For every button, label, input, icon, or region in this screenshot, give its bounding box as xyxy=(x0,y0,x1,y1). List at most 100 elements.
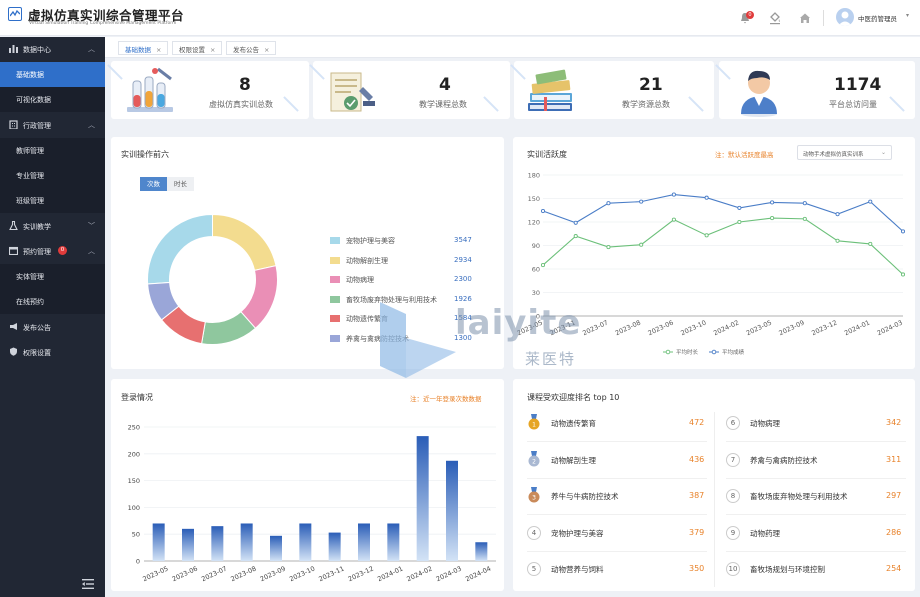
sidebar-item-online-booking[interactable]: 在线预约 xyxy=(0,289,105,314)
bar[interactable] xyxy=(328,532,341,561)
line-point[interactable] xyxy=(835,212,840,217)
tab-permissions[interactable]: 权限设置 × xyxy=(172,41,223,55)
tab-basic-data[interactable]: 基础数据 × xyxy=(118,41,169,55)
legend-label: 宠物护理与美容 xyxy=(346,237,395,245)
sidebar-item-entity[interactable]: 实体管理 xyxy=(0,264,105,289)
x-tick-label: 2023-09 xyxy=(259,565,287,584)
y-tick-label: 150 xyxy=(128,477,140,485)
line-point[interactable] xyxy=(770,216,775,221)
sidebar-group-booking[interactable]: 预约管理 0 ︿ xyxy=(0,239,105,264)
line-point[interactable] xyxy=(802,201,807,206)
close-icon[interactable]: × xyxy=(264,46,269,54)
line-point[interactable] xyxy=(835,238,840,243)
sidebar-item-classes[interactable]: 班级管理 xyxy=(0,188,105,213)
close-icon[interactable]: × xyxy=(156,46,161,54)
sidebar-item-permissions[interactable]: 权限设置 xyxy=(0,340,105,365)
seg-duration-button[interactable]: 时长 xyxy=(167,177,194,191)
rank-value: 297 xyxy=(886,491,902,501)
bar[interactable] xyxy=(240,523,253,561)
bar[interactable] xyxy=(475,542,488,561)
stat-value: 8 xyxy=(239,75,251,95)
medal-icon: 3 xyxy=(528,487,540,503)
chevron-down-icon[interactable]: ▾ xyxy=(906,12,909,19)
sidebar-item-teachers[interactable]: 教师管理 xyxy=(0,138,105,163)
line-point[interactable] xyxy=(737,219,742,225)
line-point[interactable] xyxy=(704,195,709,200)
legend-item[interactable]: 宠物护理与美容 3547 xyxy=(330,235,475,247)
books-icon xyxy=(528,69,572,111)
activity-title: 实训活跃度 xyxy=(527,150,567,159)
line-point[interactable] xyxy=(540,208,546,214)
rank-item[interactable]: 5 动物营养与饲料 350 xyxy=(527,554,707,584)
line-point[interactable] xyxy=(802,216,807,221)
bar[interactable] xyxy=(358,523,370,561)
line-point[interactable] xyxy=(606,245,611,250)
rank-number: 6 xyxy=(726,416,740,430)
x-tick-label: 2023-08 xyxy=(614,319,642,338)
tab-announcement[interactable]: 发布公告 × xyxy=(226,41,277,55)
series-line xyxy=(542,194,904,232)
stat-label: 虚拟仿真实训总数 xyxy=(209,100,273,109)
line-point[interactable] xyxy=(540,263,546,268)
line-point[interactable] xyxy=(573,220,578,225)
rank-item[interactable]: 8 畜牧场废弃物处理与利用技术 297 xyxy=(726,481,906,516)
rank-item[interactable]: 1 动物遗传繁育 472 xyxy=(527,408,707,442)
legend-item[interactable]: 动物病理 2300 xyxy=(330,274,475,286)
sidebar-item-visual-data[interactable]: 可视化数据 xyxy=(0,87,105,112)
bar[interactable] xyxy=(270,535,282,561)
rank-item[interactable]: 2 动物解剖生理 436 xyxy=(527,445,707,479)
line-point[interactable] xyxy=(704,233,709,238)
line-point[interactable] xyxy=(770,200,775,205)
course-select[interactable]: 动物手术虚拟仿真实训系 ⌄ xyxy=(797,145,892,160)
login-note: 注：近一年登录次数数据 xyxy=(410,395,482,403)
line-point[interactable] xyxy=(900,229,906,234)
legend-label[interactable]: 平均成绩 xyxy=(722,348,745,356)
line-point[interactable] xyxy=(671,192,676,197)
stat-label: 教学资源总数 xyxy=(622,100,670,109)
paint-bucket-icon[interactable] xyxy=(768,11,782,25)
bar[interactable] xyxy=(152,523,165,561)
user-avatar[interactable] xyxy=(836,8,854,26)
medal-icon: 2 xyxy=(528,450,540,467)
menu-collapse-icon[interactable] xyxy=(82,579,94,589)
legend-item[interactable]: 动物解剖生理 2934 xyxy=(330,255,475,267)
login-bar-chart: 0501001502002502023-05 2023-06 2023-07 2023… xyxy=(128,424,496,584)
line-point[interactable] xyxy=(671,217,676,222)
bar[interactable] xyxy=(299,523,312,561)
bar[interactable] xyxy=(387,523,400,561)
line-point[interactable] xyxy=(868,241,873,246)
close-icon[interactable]: × xyxy=(210,46,215,54)
donut-slice[interactable] xyxy=(147,213,213,285)
test-tube-icon xyxy=(127,67,173,112)
rank-item[interactable]: 6 动物病理 342 xyxy=(726,408,906,442)
sidebar-item-majors[interactable]: 专业管理 xyxy=(0,163,105,188)
rank-item[interactable]: 10 畜牧场规划与环境控制 254 xyxy=(726,554,906,584)
legend-swatch xyxy=(330,237,340,244)
rank-item[interactable]: 3 养牛与牛病防控技术 387 xyxy=(527,481,707,516)
home-icon[interactable] xyxy=(798,11,812,25)
sidebar-group-data-center[interactable]: 数据中心 ︿ xyxy=(0,37,105,62)
line-point[interactable] xyxy=(606,201,611,206)
rank-item[interactable]: 7 养禽与禽病防控技术 311 xyxy=(726,445,906,479)
sidebar-group-admin[interactable]: 行政管理 ︿ xyxy=(0,113,105,138)
donut-slice[interactable] xyxy=(212,213,277,271)
rank-item[interactable]: 4 宠物护理与美容 379 xyxy=(527,518,707,552)
rank-item[interactable]: 9 动物药理 286 xyxy=(726,518,906,552)
line-point[interactable] xyxy=(573,234,578,239)
bar[interactable] xyxy=(446,460,458,561)
line-point[interactable] xyxy=(868,199,873,204)
line-point[interactable] xyxy=(639,199,644,204)
line-point[interactable] xyxy=(737,205,742,210)
bar[interactable] xyxy=(416,436,429,561)
line-point[interactable] xyxy=(900,272,906,277)
legend-label[interactable]: 平均时长 xyxy=(676,348,699,356)
seg-count-button[interactable]: 次数 xyxy=(140,177,167,191)
x-tick-label: 2023-05 xyxy=(745,319,773,338)
sidebar-item-announcement[interactable]: 发布公告 xyxy=(0,315,105,340)
line-point[interactable] xyxy=(639,242,644,247)
sidebar-item-basic-data[interactable]: 基础数据 xyxy=(0,62,105,87)
sidebar-group-training[interactable]: 实训教学 ﹀ xyxy=(0,214,105,239)
bar[interactable] xyxy=(211,526,224,561)
bar[interactable] xyxy=(182,528,194,561)
user-name[interactable]: 中医药管理员 xyxy=(858,13,897,23)
